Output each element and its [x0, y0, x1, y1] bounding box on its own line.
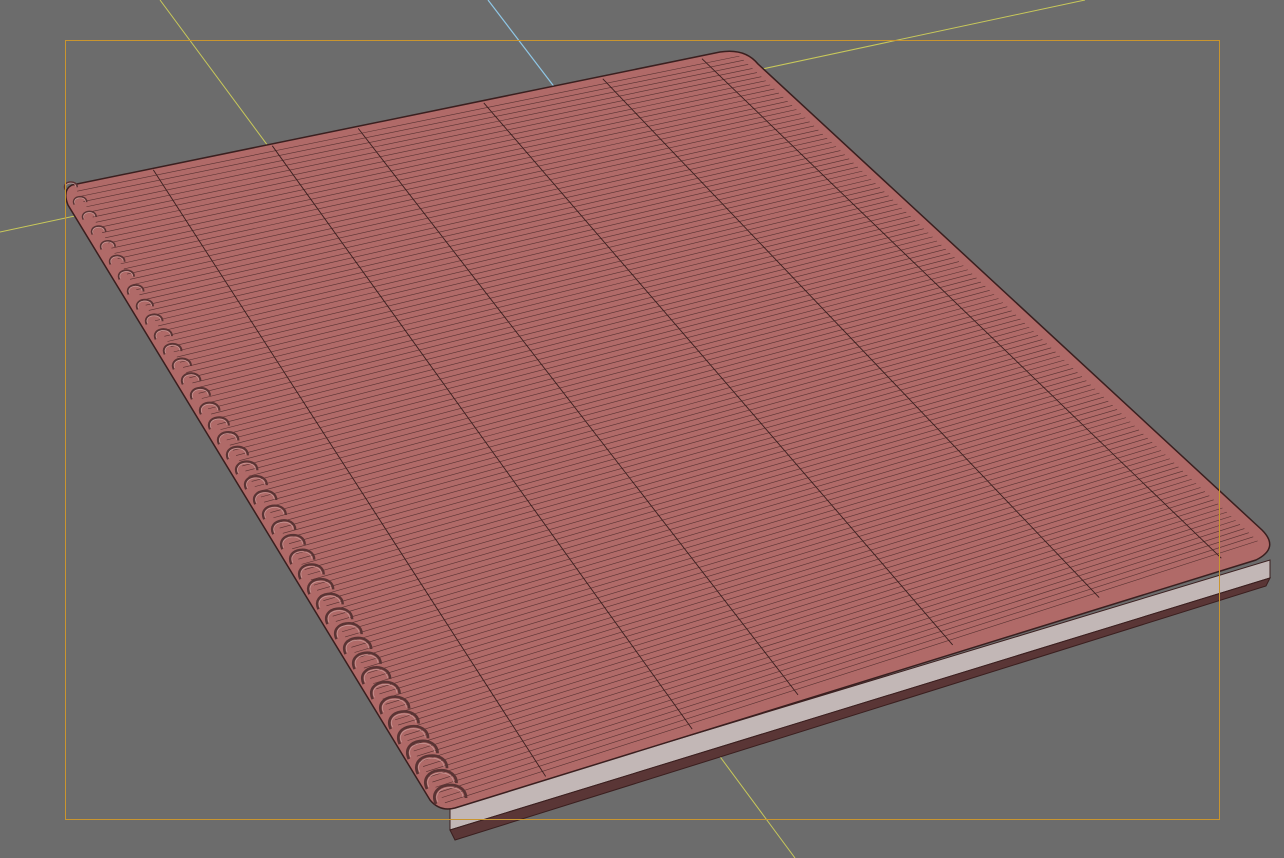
3d-viewport[interactable]	[0, 0, 1284, 858]
viewport-canvas[interactable]	[0, 0, 1284, 858]
